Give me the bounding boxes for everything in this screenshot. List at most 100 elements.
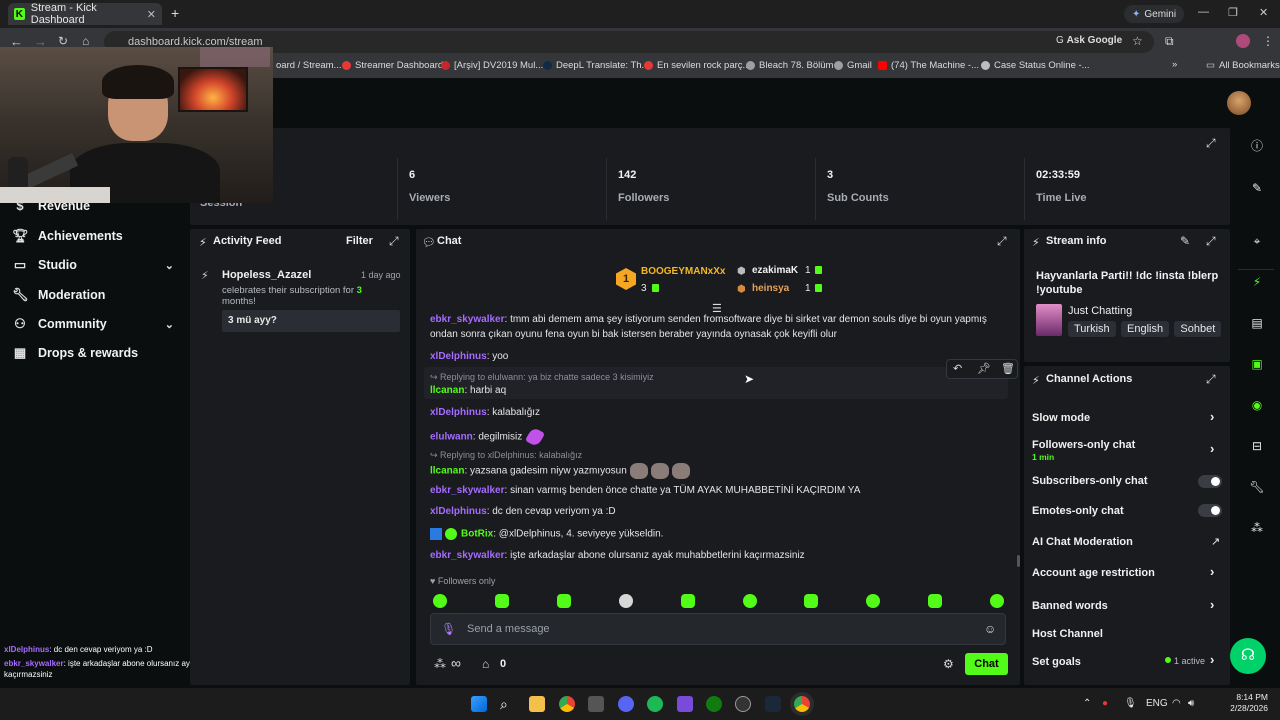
subscribers-only-toggle[interactable]: [1198, 475, 1222, 488]
edit-icon[interactable]: ✎: [1180, 234, 1190, 248]
emote-button[interactable]: [743, 594, 757, 608]
tag-chip[interactable]: Sohbet: [1174, 321, 1222, 337]
info-icon[interactable]: ⓘ: [1248, 137, 1266, 155]
filter-button[interactable]: Filter: [346, 235, 373, 247]
chat-input-field[interactable]: 🎙︎ Send a message ☺: [430, 613, 1006, 645]
new-tab-icon[interactable]: +: [171, 5, 179, 21]
sidebar-item-community[interactable]: ⚇ Community ⌄: [12, 317, 174, 332]
chrome-active-icon[interactable]: [794, 696, 810, 712]
home-icon[interactable]: ⌂: [82, 34, 89, 48]
account-age-label[interactable]: Account age restriction: [1032, 567, 1155, 579]
clock[interactable]: 8:14 PM 2/28/2026: [1228, 692, 1268, 714]
expand-icon[interactable]: ⤢: [1206, 136, 1216, 151]
chat-username[interactable]: xlDelphinus: [430, 407, 487, 418]
emote-button[interactable]: [928, 594, 942, 608]
bookmark-item[interactable]: Gmail: [834, 60, 872, 71]
chat-rail-icon[interactable]: ▣: [1248, 355, 1266, 373]
chat-username[interactable]: BotRix: [461, 529, 493, 540]
chat-username[interactable]: elulwann: [430, 432, 473, 443]
bookmark-item[interactable]: Case Status Online -...: [981, 60, 1090, 71]
language-indicator[interactable]: ENG: [1146, 698, 1168, 709]
tray-mic-icon[interactable]: 🎙︎: [1124, 698, 1137, 709]
host-channel-label[interactable]: Host Channel: [1032, 628, 1103, 640]
chat-settings-dots-icon[interactable]: ⁂: [434, 657, 446, 671]
chrome-icon[interactable]: [559, 696, 575, 712]
chevron-right-icon[interactable]: ›: [1210, 597, 1214, 612]
chat-username[interactable]: xlDelphinus: [430, 506, 487, 517]
emote-button[interactable]: [866, 594, 880, 608]
chat-message[interactable]: xlDelphinus: kalabalığız: [430, 407, 540, 418]
chat-username[interactable]: xlDelphinus: [430, 351, 487, 362]
bolt-rail-icon[interactable]: ⚡︎: [1248, 273, 1266, 291]
external-link-icon[interactable]: ↗: [1211, 535, 1220, 548]
emote-button[interactable]: [433, 594, 447, 608]
emote-button[interactable]: [495, 594, 509, 608]
bookmark-item[interactable]: En sevilen rock parç...: [644, 60, 750, 71]
bookmark-star-icon[interactable]: ☆: [1132, 34, 1143, 48]
volume-icon[interactable]: 🔊︎: [1188, 698, 1194, 709]
ai-moderation-label[interactable]: AI Chat Moderation: [1032, 536, 1133, 548]
profile-avatar[interactable]: [1236, 34, 1250, 48]
bookmark-item[interactable]: Bleach 78. Bölüm: [746, 60, 833, 71]
broadcast-icon[interactable]: ◉: [1248, 396, 1266, 414]
popout-icon[interactable]: ⤢: [1206, 372, 1216, 387]
sidebar-item-moderation[interactable]: 🔧︎ Moderation: [12, 288, 180, 303]
emote-button[interactable]: [619, 594, 633, 608]
user-avatar[interactable]: [1227, 91, 1251, 115]
leader-name[interactable]: heinsya: [752, 283, 789, 294]
chat-username[interactable]: ebkr_skywalker: [430, 314, 505, 325]
popout-icon[interactable]: ⤢: [997, 234, 1007, 249]
chevron-right-icon[interactable]: ›: [1210, 564, 1214, 579]
gemini-button[interactable]: ✦ Gemini: [1124, 5, 1185, 23]
window-close-icon[interactable]: ✕: [1259, 6, 1268, 19]
emote-button[interactable]: [557, 594, 571, 608]
emotes-only-toggle[interactable]: [1198, 504, 1222, 517]
chat-message[interactable]: llcanan: harbi aq: [430, 385, 506, 396]
chat-message[interactable]: llcanan: yazsana gadesim niyw yazmıyosun: [430, 463, 690, 479]
maximize-icon[interactable]: ❐: [1228, 6, 1238, 19]
chat-message[interactable]: xlDelphinus: yoo: [430, 351, 508, 362]
popout-icon[interactable]: ⤢: [389, 234, 399, 249]
set-goals-label[interactable]: Set goals: [1032, 656, 1081, 668]
chevron-right-icon[interactable]: ›: [1210, 441, 1214, 456]
discord-icon[interactable]: [618, 696, 634, 712]
reply-icon[interactable]: ↶: [953, 362, 962, 375]
reload-icon[interactable]: ↻: [58, 34, 68, 48]
tag-chip[interactable]: Turkish: [1068, 321, 1116, 337]
spotify-icon[interactable]: [647, 696, 663, 712]
wrench-rail-icon[interactable]: 🔧︎: [1248, 478, 1266, 496]
pin-icon[interactable]: 📌︎: [977, 362, 991, 375]
steam-icon[interactable]: [765, 696, 781, 712]
search-icon[interactable]: ⌕: [500, 696, 516, 712]
category-name[interactable]: Just Chatting: [1068, 305, 1132, 317]
dots-icon[interactable]: ⁂: [1248, 519, 1266, 537]
chevron-right-icon[interactable]: ›: [1210, 652, 1214, 667]
document-icon[interactable]: ▤: [1248, 314, 1266, 332]
all-bookmarks[interactable]: ▭ All Bookmarks: [1206, 60, 1280, 71]
chat-message[interactable]: ebkr_skywalker: tmm abi demem ama şey is…: [430, 314, 987, 325]
sidebar-item-drops[interactable]: ▦ Drops & rewards: [12, 346, 180, 361]
delete-icon[interactable]: 🗑︎: [1001, 362, 1015, 375]
chat-message[interactable]: xlDelphinus: dc den cevap veriyom ya :D: [430, 506, 616, 517]
chat-message[interactable]: elulwann: degilmisiz: [430, 426, 546, 448]
emote-button[interactable]: [990, 594, 1004, 608]
bookmark-item[interactable]: (74) The Machine -...: [878, 60, 979, 71]
leader-name[interactable]: ezakimaK: [752, 265, 798, 276]
tag-chip[interactable]: English: [1121, 321, 1170, 337]
emote-button[interactable]: [681, 594, 695, 608]
layout-icon[interactable]: ⊟: [1248, 437, 1266, 455]
obs-icon[interactable]: [735, 696, 751, 712]
settings-gear-icon[interactable]: ⚙: [943, 657, 954, 671]
chat-message[interactable]: BotRix: @xlDelphinus, 4. seviyeye yüksel…: [430, 528, 663, 540]
tray-app-icon[interactable]: ●: [1102, 698, 1108, 709]
microphone-icon[interactable]: 🎙︎: [441, 622, 456, 636]
extensions-icon[interactable]: ⧉: [1165, 34, 1174, 49]
chat-username[interactable]: llcanan: [430, 466, 464, 477]
tray-chevron-icon[interactable]: ⌃: [1083, 698, 1091, 709]
chat-message[interactable]: ebkr_skywalker: işte arkadaşlar abone ol…: [430, 550, 805, 561]
app-icon[interactable]: [677, 696, 693, 712]
store-icon[interactable]: [588, 696, 604, 712]
slow-mode-label[interactable]: Slow mode: [1032, 412, 1090, 424]
store-icon[interactable]: ⌂: [482, 657, 489, 671]
bookmark-item[interactable]: DeepL Translate: Th...: [543, 60, 649, 71]
